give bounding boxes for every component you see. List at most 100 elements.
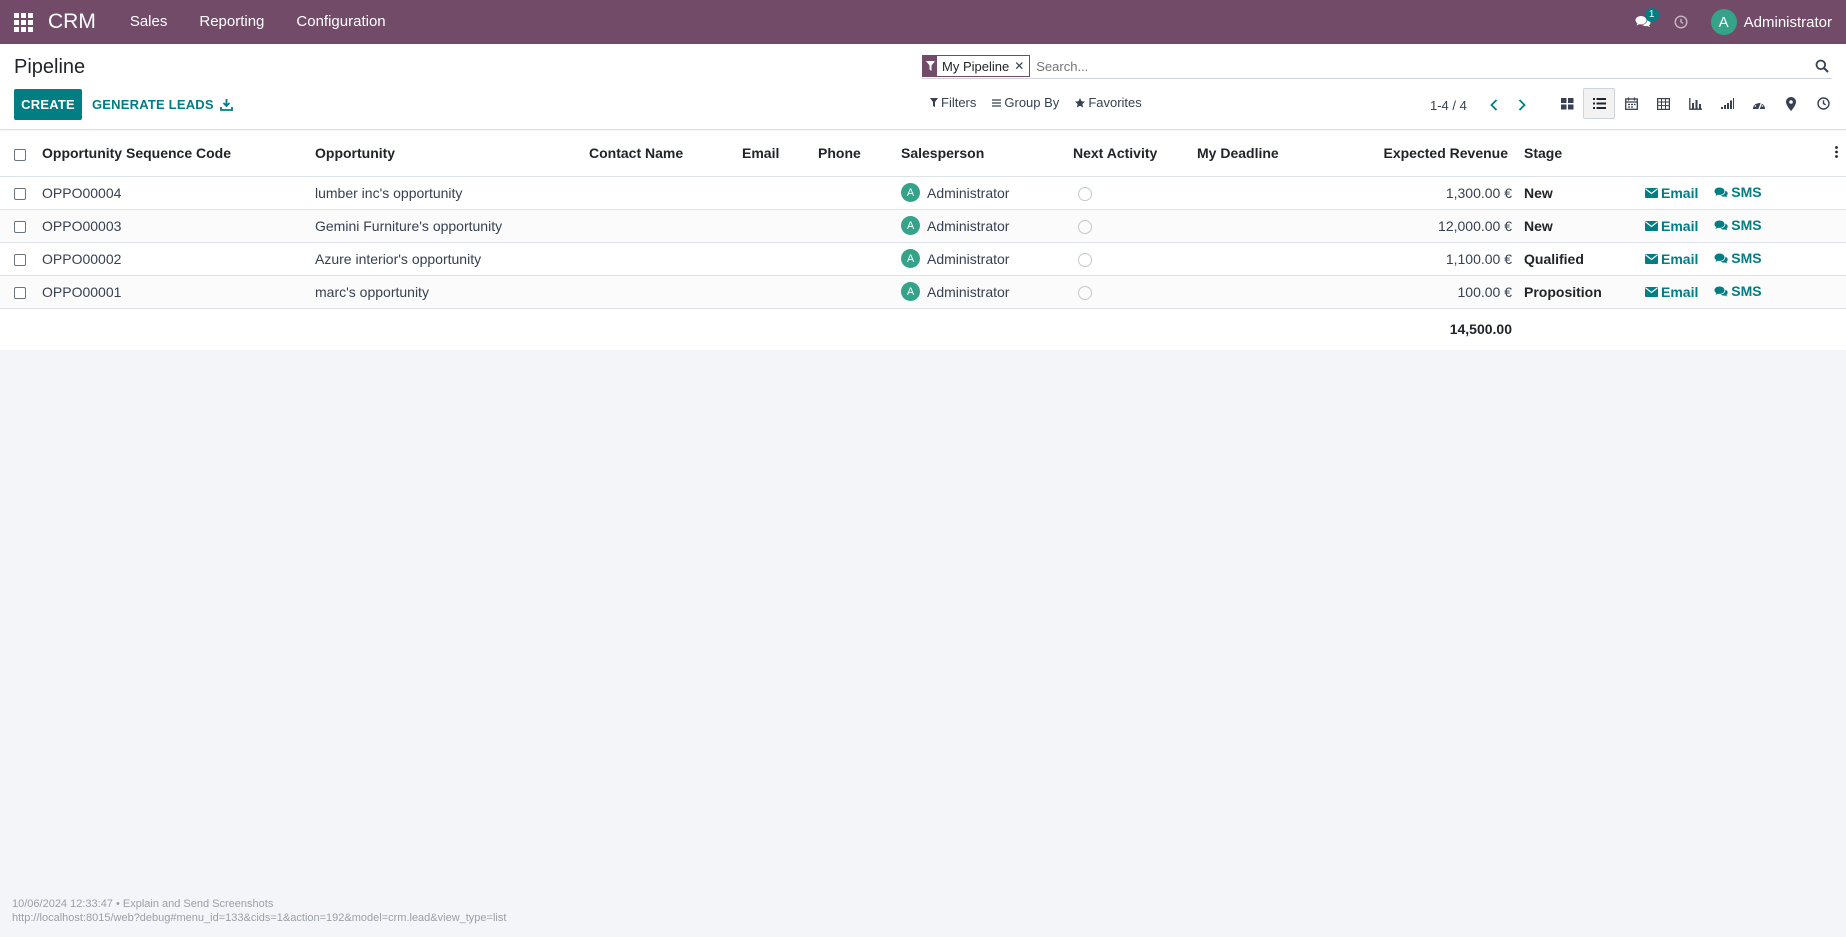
col-email[interactable]: Email xyxy=(736,131,812,177)
email-button[interactable]: Email xyxy=(1645,218,1698,234)
row-checkbox[interactable] xyxy=(14,253,26,266)
activity-icon[interactable] xyxy=(1807,88,1839,119)
avatar[interactable]: A xyxy=(901,282,920,301)
cell-deadline xyxy=(1191,275,1321,309)
cell-contact-name xyxy=(583,275,736,309)
salesperson-name: Administrator xyxy=(927,217,1010,234)
chevron-left-icon[interactable] xyxy=(1481,95,1507,115)
sms-button-label: SMS xyxy=(1731,217,1762,234)
navbar-systray: 1 A Administrator xyxy=(1623,0,1832,44)
cell-opportunity: Gemini Furniture's opportunity xyxy=(309,209,583,243)
table-row[interactable]: OPPO00003 Gemini Furniture's opportunity… xyxy=(0,209,1846,243)
email-button[interactable]: Email xyxy=(1645,185,1698,201)
sms-button[interactable]: SMS xyxy=(1714,217,1762,234)
cell-email xyxy=(736,209,812,243)
envelope-icon xyxy=(1645,253,1658,264)
pager: 1-4 / 4 xyxy=(1430,95,1535,115)
activity-icon[interactable] xyxy=(1078,186,1092,201)
avatar[interactable]: A xyxy=(901,249,920,268)
control-panel: Pipeline CREATE GENERATE LEADS My Pipeli… xyxy=(0,44,1846,130)
email-button-label: Email xyxy=(1661,250,1699,267)
map-pin-icon[interactable] xyxy=(1775,88,1807,119)
generate-leads-button[interactable]: GENERATE LEADS xyxy=(92,89,214,120)
user-avatar[interactable]: A xyxy=(1710,9,1737,35)
envelope-icon xyxy=(1645,286,1658,297)
cohort-icon[interactable] xyxy=(1711,88,1743,119)
col-stage[interactable]: Stage xyxy=(1518,131,1639,177)
cell-sequence-code: OPPO00003 xyxy=(36,209,309,243)
apps-icon[interactable] xyxy=(0,0,46,44)
table-row[interactable]: OPPO00004 lumber inc's opportunity A Adm… xyxy=(0,176,1846,210)
list-icon[interactable] xyxy=(1583,88,1615,119)
search-input[interactable] xyxy=(1036,58,1812,74)
kanban-icon[interactable] xyxy=(1551,88,1583,119)
cell-salesperson: A Administrator xyxy=(895,176,1067,210)
menu-configuration[interactable]: Configuration xyxy=(280,0,401,44)
chat-badge: 1 xyxy=(1644,8,1659,22)
dashboard-icon[interactable] xyxy=(1743,88,1775,119)
groupby-button[interactable]: Group By xyxy=(992,95,1059,110)
pivot-icon[interactable] xyxy=(1647,88,1679,119)
opportunity-table: Opportunity Sequence Code Opportunity Co… xyxy=(0,131,1846,350)
row-checkbox[interactable] xyxy=(14,286,26,299)
email-button[interactable]: Email xyxy=(1645,251,1698,267)
col-phone[interactable]: Phone xyxy=(812,131,895,177)
table-row[interactable]: OPPO00002 Azure interior's opportunity A… xyxy=(0,242,1846,276)
col-deadline[interactable]: My Deadline xyxy=(1191,131,1321,177)
close-icon[interactable]: ✕ xyxy=(1014,59,1029,73)
bars-icon xyxy=(992,98,1002,107)
cell-expected-revenue: 1,100.00 € xyxy=(1321,242,1518,276)
col-sequence-code[interactable]: Opportunity Sequence Code xyxy=(36,131,309,177)
star-icon xyxy=(1075,97,1086,107)
email-button[interactable]: Email xyxy=(1645,284,1698,300)
col-opportunity[interactable]: Opportunity xyxy=(309,131,583,177)
table-row[interactable]: OPPO00001 marc's opportunity A Administr… xyxy=(0,275,1846,309)
cell-next-activity xyxy=(1067,275,1191,309)
sms-button[interactable]: SMS xyxy=(1714,250,1762,266)
search-options: Filters Group By Favorites xyxy=(930,95,1158,110)
filters-button[interactable]: Filters xyxy=(930,95,976,110)
select-all-checkbox[interactable] xyxy=(14,148,26,161)
sms-button[interactable]: SMS xyxy=(1714,184,1762,200)
kebab-icon[interactable] xyxy=(1835,145,1838,161)
col-contact-name[interactable]: Contact Name xyxy=(583,131,736,177)
menu-reporting[interactable]: Reporting xyxy=(183,0,280,44)
search-bar: My Pipeline ✕ xyxy=(922,54,1832,79)
row-checkbox[interactable] xyxy=(14,220,26,233)
search-facet: My Pipeline ✕ xyxy=(922,55,1031,77)
clock-icon[interactable] xyxy=(1663,0,1699,44)
cell-phone xyxy=(812,275,895,309)
cell-sequence-code: OPPO00001 xyxy=(36,275,309,309)
chevron-right-icon[interactable] xyxy=(1509,95,1535,115)
cell-opportunity: marc's opportunity xyxy=(309,275,583,309)
activity-icon[interactable] xyxy=(1078,219,1092,234)
search-icon[interactable] xyxy=(1812,56,1832,76)
menu-sales[interactable]: Sales xyxy=(114,0,184,44)
row-checkbox[interactable] xyxy=(14,187,26,200)
graph-icon[interactable] xyxy=(1679,88,1711,119)
cell-stage: New xyxy=(1518,176,1639,210)
table-header: Opportunity Sequence Code Opportunity Co… xyxy=(0,131,1846,177)
groupby-label: Group By xyxy=(1004,95,1060,110)
favorites-button[interactable]: Favorites xyxy=(1075,95,1142,110)
calendar-icon[interactable] xyxy=(1615,88,1647,119)
cell-email xyxy=(736,275,812,309)
app-brand[interactable]: CRM xyxy=(48,10,96,34)
col-next-activity[interactable]: Next Activity xyxy=(1067,131,1191,177)
sms-button[interactable]: SMS xyxy=(1714,283,1762,300)
avatar[interactable]: A xyxy=(901,183,920,202)
cell-phone xyxy=(812,209,895,243)
sms-button-label: SMS xyxy=(1731,283,1762,300)
avatar[interactable]: A xyxy=(901,216,920,235)
user-menu[interactable]: Administrator xyxy=(1744,14,1832,31)
pager-value[interactable]: 1-4 / 4 xyxy=(1430,98,1467,113)
create-button[interactable]: CREATE xyxy=(14,89,82,120)
chat-icon[interactable]: 1 xyxy=(1623,0,1663,44)
col-salesperson[interactable]: Salesperson xyxy=(895,131,1067,177)
activity-icon[interactable] xyxy=(1078,252,1092,267)
cell-expected-revenue: 100.00 € xyxy=(1321,275,1518,309)
download-icon[interactable] xyxy=(216,89,236,120)
col-expected-revenue[interactable]: Expected Revenue xyxy=(1321,131,1518,177)
email-button-label: Email xyxy=(1661,217,1699,234)
activity-icon[interactable] xyxy=(1078,285,1092,300)
